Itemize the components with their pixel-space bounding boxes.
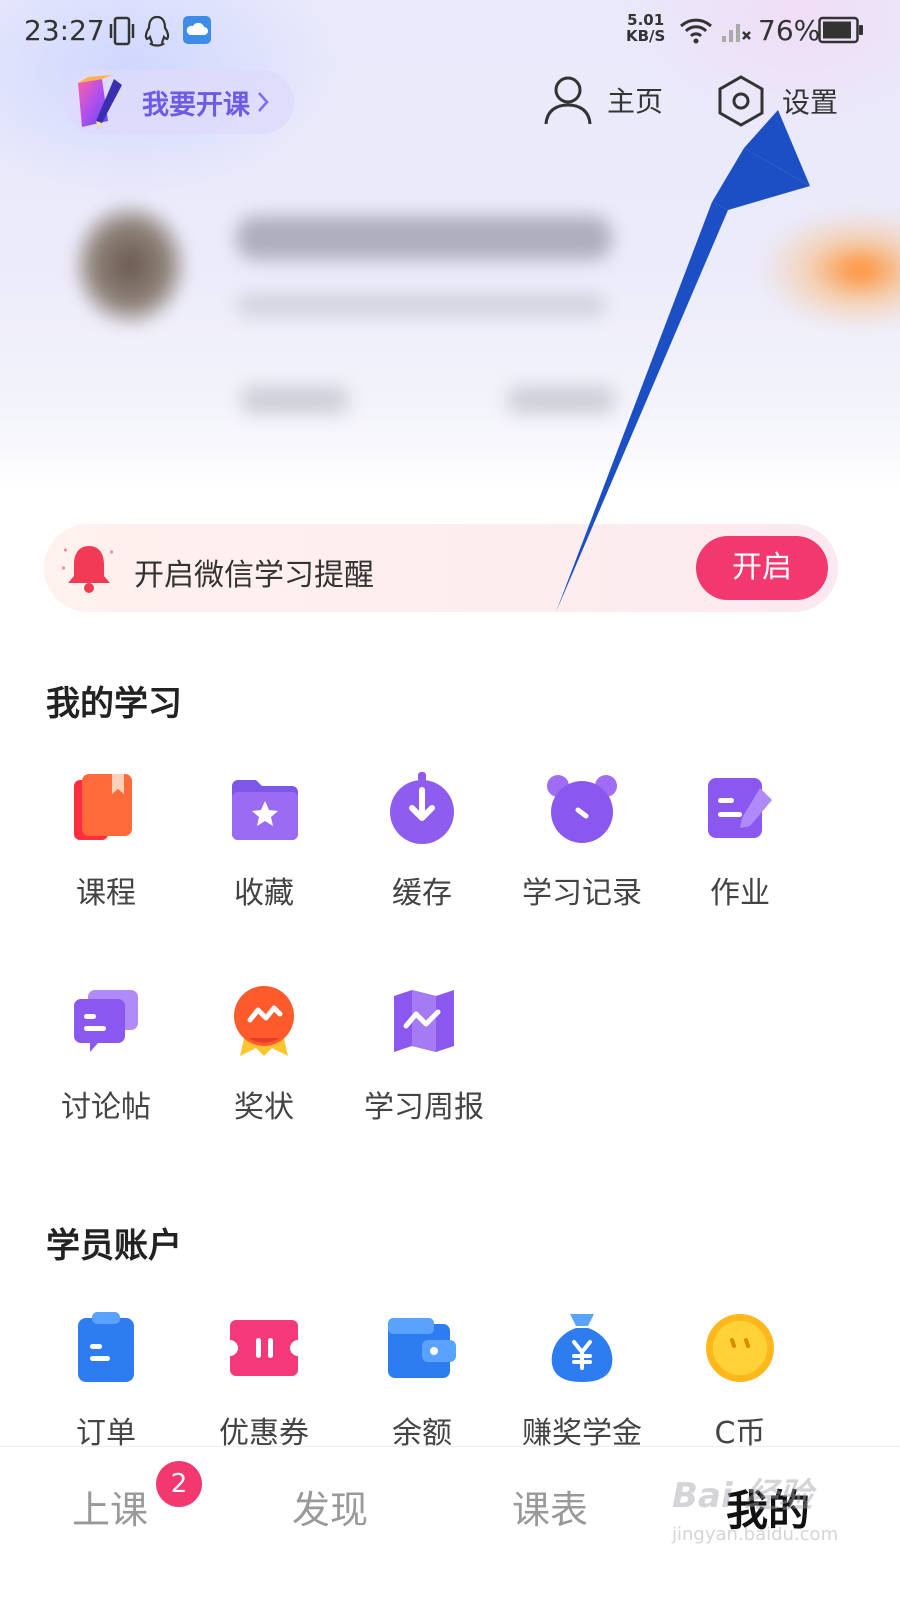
homework-icon bbox=[708, 778, 772, 838]
blurred-stat bbox=[506, 386, 616, 414]
baidu-watermark-url: jingyan.baidu.com bbox=[672, 1524, 839, 1545]
home-link[interactable]: 主页 bbox=[543, 74, 663, 126]
grid-item-learning-record[interactable]: 学习记录 bbox=[502, 770, 662, 912]
grid-item-discussion[interactable]: 讨论帖 bbox=[26, 984, 186, 1126]
status-time: 23:27 bbox=[24, 14, 105, 47]
settings-hexagon-icon bbox=[718, 75, 764, 127]
blurred-stat bbox=[240, 386, 350, 414]
alarm-clock-icon bbox=[547, 775, 617, 843]
net-speed-value: 5.01 bbox=[627, 11, 665, 29]
profile-card-blurred[interactable] bbox=[0, 190, 900, 450]
blurred-username bbox=[236, 216, 612, 260]
enable-reminder-button[interactable]: 开启 bbox=[696, 536, 828, 600]
chat-icon bbox=[74, 990, 138, 1052]
chevron-right-icon bbox=[258, 92, 269, 112]
tab-schedule[interactable]: 课表 bbox=[512, 1479, 588, 1534]
grid-item-label: 学习记录 bbox=[522, 876, 642, 911]
grid-item-cache[interactable]: 缓存 bbox=[342, 770, 502, 912]
notification-badge: 2 bbox=[156, 1461, 202, 1507]
wechat-reminder-banner: 开启微信学习提醒 开启 bbox=[44, 524, 838, 612]
battery-percent: 76% bbox=[758, 14, 821, 47]
battery-icon bbox=[818, 16, 863, 44]
grid-item-label: 课程 bbox=[76, 876, 136, 911]
open-course-button[interactable]: 我要开课 bbox=[64, 70, 294, 134]
grid-item-certificate[interactable]: 奖状 bbox=[184, 984, 344, 1126]
grid-item-orders[interactable]: 订单 bbox=[26, 1310, 186, 1452]
section-title-account: 学员账户 bbox=[46, 1226, 182, 1266]
bell-icon bbox=[62, 546, 113, 593]
home-label: 主页 bbox=[607, 85, 664, 118]
grid-item-balance[interactable]: 余额 bbox=[342, 1310, 502, 1452]
grid-item-label: 作业 bbox=[710, 876, 770, 911]
book-icon bbox=[74, 774, 132, 840]
coupon-icon bbox=[230, 1320, 298, 1376]
settings-link[interactable]: 设置 bbox=[716, 74, 838, 128]
baidu-watermark: Bai 经验 bbox=[672, 1476, 813, 1516]
medal-icon bbox=[234, 986, 294, 1056]
user-icon bbox=[544, 76, 592, 125]
tab-class[interactable]: 上课 bbox=[72, 1479, 148, 1534]
coin-icon bbox=[706, 1314, 774, 1382]
grid-item-coupons[interactable]: 优惠券 bbox=[184, 1310, 344, 1452]
vibrate-icon bbox=[109, 16, 135, 46]
avatar[interactable] bbox=[70, 200, 190, 330]
section-title-my-learning: 我的学习 bbox=[46, 684, 182, 724]
star-folder-icon bbox=[232, 780, 298, 840]
grid-item-label: 奖状 bbox=[234, 1090, 294, 1125]
cloud-icon bbox=[183, 16, 211, 44]
signal-icon bbox=[722, 24, 751, 42]
order-icon bbox=[78, 1312, 134, 1382]
blurred-subtitle bbox=[236, 294, 606, 316]
tab-discover[interactable]: 发现 bbox=[292, 1479, 368, 1534]
reminder-text: 开启微信学习提醒 bbox=[134, 558, 374, 593]
grid-item-label: 收藏 bbox=[234, 876, 294, 911]
status-bar: 23:27 5.01 KB/S 76% bbox=[0, 0, 900, 64]
grid-item-label: 学习周报 bbox=[364, 1090, 484, 1125]
grid-item-c-coin[interactable]: C币 bbox=[660, 1310, 820, 1452]
teacher-pen-icon bbox=[78, 75, 122, 129]
grid-item-weekly-report[interactable]: 学习周报 bbox=[344, 984, 504, 1126]
qq-icon bbox=[144, 15, 170, 47]
wifi-icon bbox=[679, 18, 713, 44]
wallet-icon bbox=[388, 1318, 456, 1378]
settings-label: 设置 bbox=[782, 86, 839, 119]
download-icon bbox=[390, 772, 454, 844]
weekly-report-icon bbox=[394, 990, 454, 1052]
grid-item-course[interactable]: 课程 bbox=[26, 770, 186, 912]
net-speed-unit: KB/S bbox=[626, 27, 666, 45]
grid-item-scholarship[interactable]: 赚奖学金 bbox=[502, 1310, 662, 1452]
grid-item-favorites[interactable]: 收藏 bbox=[184, 770, 344, 912]
open-course-label: 我要开课 bbox=[142, 89, 250, 121]
network-speed: 5.01 KB/S bbox=[626, 12, 665, 44]
grid-item-label: 讨论帖 bbox=[61, 1090, 151, 1125]
grid-item-label: 缓存 bbox=[392, 876, 452, 911]
money-bag-icon bbox=[551, 1314, 613, 1382]
grid-item-homework[interactable]: 作业 bbox=[660, 770, 820, 912]
